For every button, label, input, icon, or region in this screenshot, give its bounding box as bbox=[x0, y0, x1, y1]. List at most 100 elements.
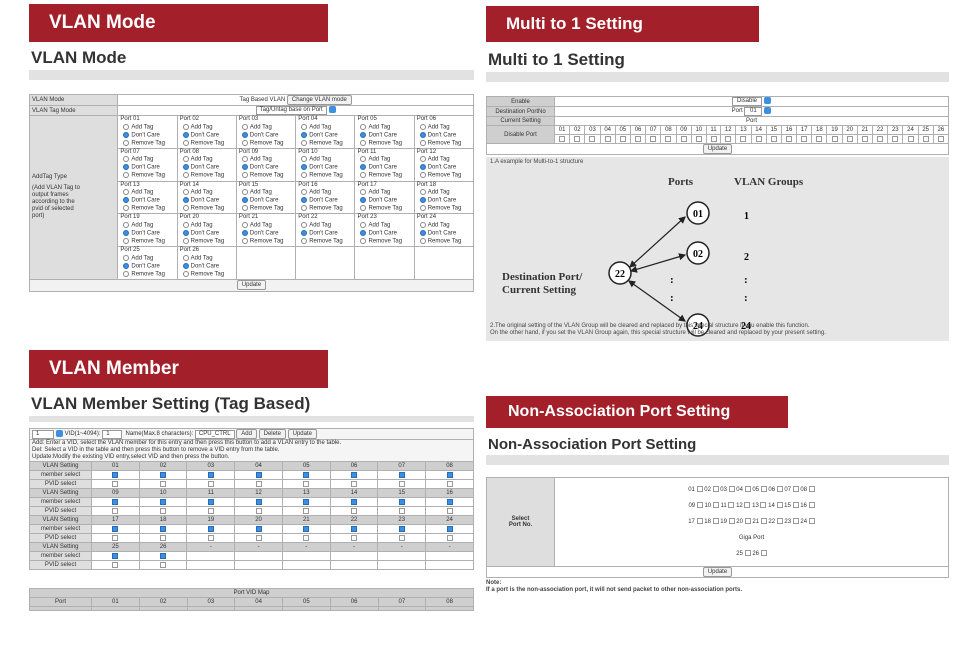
non-assoc-checkbox[interactable] bbox=[728, 518, 735, 525]
radio-icon[interactable] bbox=[301, 156, 308, 163]
disable-port-checkbox[interactable] bbox=[755, 135, 762, 142]
disable-port-checkbox[interactable] bbox=[831, 135, 838, 142]
tag-option-add[interactable]: Add Tag bbox=[417, 221, 471, 230]
radio-icon[interactable] bbox=[123, 164, 130, 171]
member-checkbox[interactable] bbox=[303, 471, 310, 478]
tag-option-remove[interactable]: Remove Tag bbox=[417, 205, 471, 213]
radio-icon[interactable] bbox=[241, 172, 248, 179]
tag-option-remove[interactable]: Remove Tag bbox=[417, 237, 471, 246]
tag-option-remove[interactable]: Remove Tag bbox=[120, 172, 174, 180]
tag-option-add[interactable]: Add Tag bbox=[120, 156, 174, 164]
non-assoc-checkbox[interactable] bbox=[696, 502, 703, 509]
radio-icon[interactable] bbox=[419, 172, 426, 179]
disable-port-checkbox[interactable] bbox=[710, 135, 717, 142]
tag-option-dont[interactable]: Don't Care bbox=[180, 164, 234, 172]
radio-icon[interactable] bbox=[301, 131, 308, 138]
tag-option-dont[interactable]: Don't Care bbox=[357, 197, 411, 205]
pvid-checkbox[interactable] bbox=[351, 534, 358, 541]
tag-option-dont[interactable]: Don't Care bbox=[239, 164, 293, 172]
non-assoc-update-button[interactable]: Update bbox=[702, 567, 733, 577]
tag-option-remove[interactable]: Remove Tag bbox=[417, 172, 471, 180]
radio-icon[interactable] bbox=[419, 229, 426, 236]
member-checkbox[interactable] bbox=[160, 552, 167, 559]
pvid-checkbox[interactable] bbox=[446, 480, 453, 487]
member-checkbox[interactable] bbox=[446, 498, 453, 505]
pvid-checkbox[interactable] bbox=[351, 480, 358, 487]
member-update-button[interactable]: Update bbox=[287, 429, 317, 439]
radio-icon[interactable] bbox=[123, 254, 130, 261]
vlan-mode-update-button[interactable]: Update bbox=[236, 280, 267, 291]
tag-option-remove[interactable]: Remove Tag bbox=[298, 172, 352, 180]
radio-icon[interactable] bbox=[182, 131, 189, 138]
tag-option-add[interactable]: Add Tag bbox=[417, 123, 471, 132]
tag-option-add[interactable]: Add Tag bbox=[180, 123, 234, 132]
non-assoc-checkbox[interactable] bbox=[792, 502, 799, 509]
radio-icon[interactable] bbox=[182, 262, 189, 269]
tag-option-dont[interactable]: Don't Care bbox=[239, 197, 293, 205]
radio-icon[interactable] bbox=[241, 221, 248, 228]
tag-option-remove[interactable]: Remove Tag bbox=[180, 237, 234, 246]
member-checkbox[interactable] bbox=[112, 552, 119, 559]
disable-port-checkbox[interactable] bbox=[695, 135, 702, 142]
radio-icon[interactable] bbox=[301, 205, 308, 212]
member-checkbox[interactable] bbox=[207, 498, 214, 505]
tag-option-dont[interactable]: Don't Care bbox=[417, 229, 471, 238]
tag-option-add[interactable]: Add Tag bbox=[357, 221, 411, 230]
disable-port-checkbox[interactable] bbox=[574, 135, 581, 142]
radio-icon[interactable] bbox=[182, 172, 189, 179]
tag-option-remove[interactable]: Remove Tag bbox=[120, 237, 174, 246]
radio-icon[interactable] bbox=[419, 205, 426, 212]
tag-option-add[interactable]: Add Tag bbox=[357, 123, 411, 132]
radio-icon[interactable] bbox=[360, 156, 367, 163]
disable-port-checkbox[interactable] bbox=[801, 135, 808, 142]
tag-option-remove[interactable]: Remove Tag bbox=[180, 270, 234, 279]
radio-icon[interactable] bbox=[241, 237, 248, 244]
tag-option-remove[interactable]: Remove Tag bbox=[357, 237, 411, 246]
member-checkbox[interactable] bbox=[303, 498, 310, 505]
non-assoc-checkbox[interactable] bbox=[696, 518, 703, 525]
radio-icon[interactable] bbox=[301, 172, 308, 179]
radio-icon[interactable] bbox=[241, 123, 248, 130]
member-checkbox[interactable] bbox=[112, 471, 119, 478]
radio-icon[interactable] bbox=[419, 197, 426, 204]
tag-option-add[interactable]: Add Tag bbox=[120, 221, 174, 230]
radio-icon[interactable] bbox=[241, 139, 248, 146]
radio-icon[interactable] bbox=[241, 131, 248, 138]
radio-icon[interactable] bbox=[182, 156, 189, 163]
pvid-checkbox[interactable] bbox=[207, 480, 214, 487]
tag-option-add[interactable]: Add Tag bbox=[298, 156, 352, 164]
disable-port-checkbox[interactable] bbox=[635, 135, 642, 142]
radio-icon[interactable] bbox=[419, 189, 426, 196]
radio-icon[interactable] bbox=[360, 189, 367, 196]
change-vlan-mode-button[interactable]: Change VLAN mode bbox=[286, 95, 352, 105]
disable-port-checkbox[interactable] bbox=[619, 135, 626, 142]
member-checkbox[interactable] bbox=[160, 498, 167, 505]
member-checkbox[interactable] bbox=[351, 498, 358, 505]
member-checkbox[interactable] bbox=[207, 471, 214, 478]
tag-option-dont[interactable]: Don't Care bbox=[180, 197, 234, 205]
radio-icon[interactable] bbox=[360, 123, 367, 130]
pvid-checkbox[interactable] bbox=[160, 561, 167, 568]
radio-icon[interactable] bbox=[182, 139, 189, 146]
member-checkbox[interactable] bbox=[255, 471, 262, 478]
non-assoc-checkbox[interactable] bbox=[776, 486, 783, 493]
tag-option-add[interactable]: Add Tag bbox=[417, 156, 471, 164]
radio-icon[interactable] bbox=[360, 139, 367, 146]
tag-option-remove[interactable]: Remove Tag bbox=[239, 139, 293, 148]
tag-option-dont[interactable]: Don't Care bbox=[298, 197, 352, 205]
member-checkbox[interactable] bbox=[398, 525, 405, 532]
tag-option-add[interactable]: Add Tag bbox=[120, 189, 174, 197]
non-assoc-checkbox[interactable] bbox=[696, 486, 703, 493]
disable-port-checkbox[interactable] bbox=[846, 135, 853, 142]
pvid-checkbox[interactable] bbox=[112, 507, 119, 514]
tag-option-dont[interactable]: Don't Care bbox=[357, 131, 411, 140]
delete-button[interactable]: Delete bbox=[258, 429, 286, 439]
radio-icon[interactable] bbox=[241, 197, 248, 204]
disable-port-checkbox[interactable] bbox=[725, 135, 732, 142]
non-assoc-checkbox[interactable] bbox=[712, 486, 719, 493]
radio-icon[interactable] bbox=[123, 221, 130, 228]
pvid-checkbox[interactable] bbox=[255, 507, 262, 514]
radio-icon[interactable] bbox=[182, 254, 189, 261]
member-checkbox[interactable] bbox=[255, 498, 262, 505]
pvid-checkbox[interactable] bbox=[160, 480, 167, 487]
